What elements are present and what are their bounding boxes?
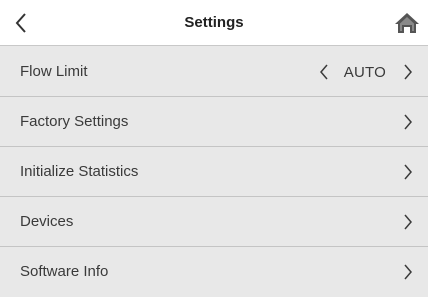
chevron-right-icon[interactable] [402, 63, 414, 81]
home-button[interactable] [390, 6, 424, 40]
header-bar: Settings [0, 0, 428, 46]
chevron-left-icon [15, 13, 26, 33]
row-label: Devices [20, 213, 74, 230]
flow-limit-selector: AUTO [318, 47, 414, 97]
row-devices[interactable]: Devices [0, 197, 428, 247]
chevron-right-icon [404, 264, 412, 280]
chevron-right-icon [404, 114, 412, 130]
flow-limit-value: AUTO [343, 63, 386, 81]
row-label: Initialize Statistics [20, 163, 139, 180]
row-flow-limit[interactable]: Flow Limit AUTO [0, 47, 428, 97]
chevron-right-icon [404, 164, 412, 180]
page-title: Settings [184, 14, 244, 31]
row-factory-settings[interactable]: Factory Settings [0, 97, 428, 147]
row-label: Flow Limit [20, 63, 88, 80]
row-label: Factory Settings [20, 113, 129, 130]
row-initialize-statistics[interactable]: Initialize Statistics [0, 147, 428, 197]
back-button[interactable] [4, 6, 38, 40]
row-label: Software Info [20, 263, 109, 280]
home-icon [395, 13, 419, 33]
settings-list: Flow Limit AUTO Factory Settings Initial… [0, 47, 428, 297]
settings-screen: Settings Flow Limit AUTO Factory Setting… [0, 0, 428, 297]
chevron-right-icon [404, 214, 412, 230]
chevron-left-icon[interactable] [318, 63, 330, 81]
row-software-info[interactable]: Software Info [0, 247, 428, 297]
